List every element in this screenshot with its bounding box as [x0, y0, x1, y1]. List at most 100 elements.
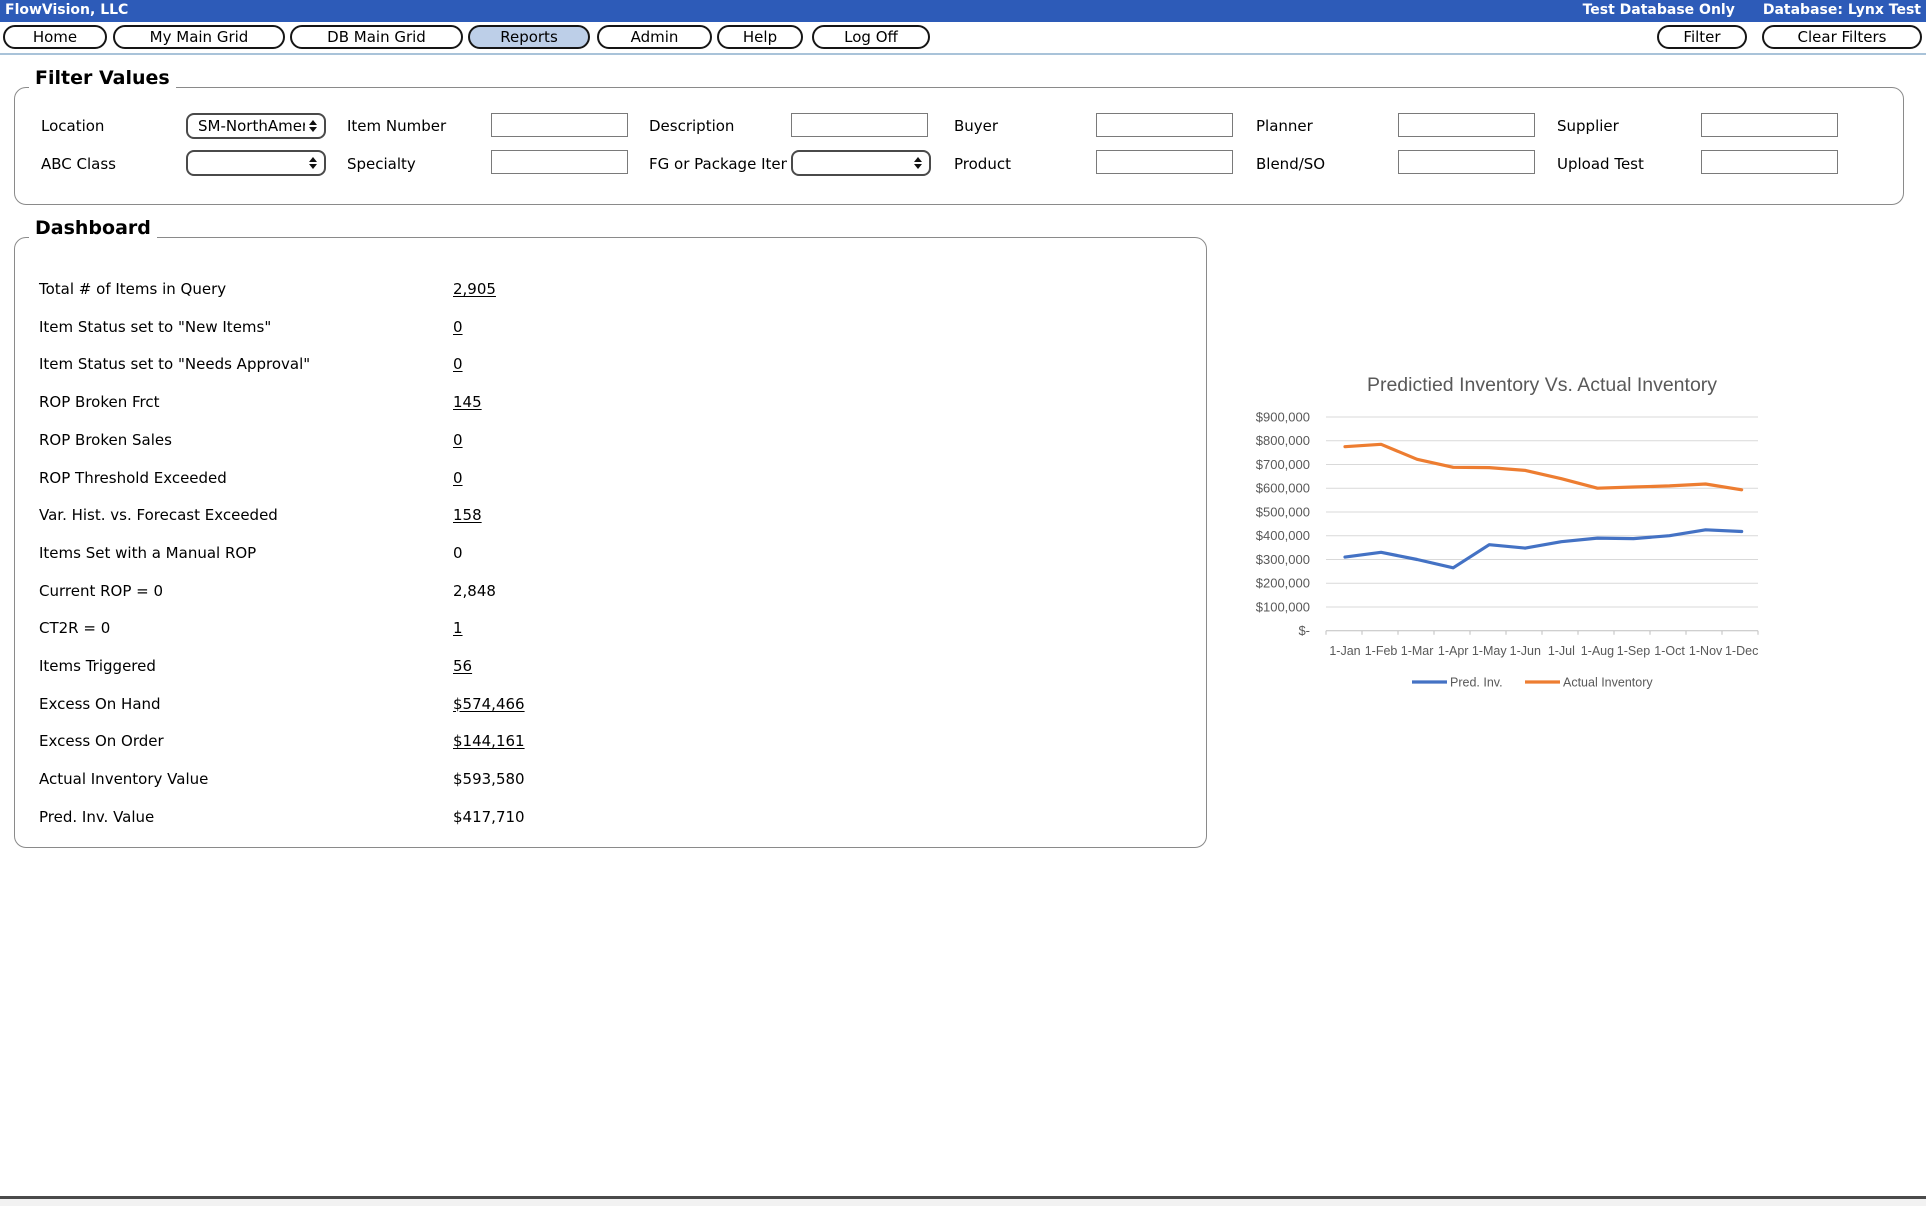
stepper-icon: [309, 120, 317, 132]
metric-value-excess-on-order[interactable]: $144,161: [453, 731, 525, 751]
chart-ytick-label: $500,000: [1256, 504, 1310, 519]
chart-ytick-label: $200,000: [1256, 576, 1310, 591]
chart-xtick-label: 1-Nov: [1689, 644, 1723, 658]
metric-label-item-status-set-to-needs-approval: Item Status set to "Needs Approval": [39, 354, 310, 374]
chart-xtick-label: 1-Jul: [1548, 644, 1575, 658]
metric-value-rop-broken-sales[interactable]: 0: [453, 430, 463, 450]
metric-label-total-of-items-in-query: Total # of Items in Query: [39, 279, 226, 299]
chart-series-actual-inventory: [1345, 444, 1742, 490]
stepper-icon: [914, 157, 922, 169]
chart-xtick-label: 1-Mar: [1401, 644, 1434, 658]
metric-value-var-hist-vs-forecast-exceeded[interactable]: 158: [453, 505, 482, 525]
title-bar: FlowVision, LLC Test Database Only Datab…: [0, 0, 1926, 22]
filter-input-upload-test[interactable]: [1701, 150, 1838, 174]
filter-label-supplier: Supplier: [1557, 116, 1697, 136]
filter-input-supplier[interactable]: [1701, 113, 1838, 137]
filter-label-specialty: Specialty: [347, 154, 487, 174]
filter-label-fg-or-package-item: FG or Package Item: [649, 154, 787, 174]
chart-ytick-label: $900,000: [1256, 410, 1310, 425]
filter-values-legend: Filter Values: [29, 68, 176, 92]
inventory-chart: Predictied Inventory Vs. Actual Inventor…: [1240, 368, 1800, 700]
chart-xtick-label: 1-Dec: [1725, 644, 1758, 658]
metric-label-rop-broken-sales: ROP Broken Sales: [39, 430, 172, 450]
nav-tab-log-off[interactable]: Log Off: [812, 25, 930, 49]
chart-title: Predictied Inventory Vs. Actual Inventor…: [1367, 374, 1717, 396]
metric-label-rop-broken-frct: ROP Broken Frct: [39, 392, 160, 412]
metric-label-rop-threshold-exceeded: ROP Threshold Exceeded: [39, 468, 227, 488]
metric-value-items-triggered[interactable]: 56: [453, 656, 472, 676]
metric-value-rop-threshold-exceeded[interactable]: 0: [453, 468, 463, 488]
nav-tab-db-main-grid[interactable]: DB Main Grid: [290, 25, 463, 49]
chart-xtick-label: 1-Feb: [1365, 644, 1398, 658]
chart-xtick-label: 1-Apr: [1438, 644, 1469, 658]
metric-label-pred-inv-value: Pred. Inv. Value: [39, 807, 154, 827]
filter-label-abc-class: ABC Class: [41, 154, 182, 174]
filter-select-abc-class[interactable]: [186, 150, 326, 176]
metric-label-item-status-set-to-new-items: Item Status set to "New Items": [39, 317, 271, 337]
chart-xtick-label: 1-Sep: [1617, 644, 1650, 658]
filter-select-value-location: SM-NorthAmer: [198, 117, 305, 135]
filter-values-panel: Filter Values LocationSM-NorthAmerItem N…: [14, 87, 1904, 205]
chart-xtick-label: 1-Jan: [1329, 644, 1360, 658]
filter-label-item-number: Item Number: [347, 116, 487, 136]
filter-select-location[interactable]: SM-NorthAmer: [186, 113, 326, 139]
chart-ytick-label: $700,000: [1256, 457, 1310, 472]
legend-label-pred-inv: Pred. Inv.: [1450, 676, 1503, 690]
chart-ytick-label: $100,000: [1256, 599, 1310, 614]
filter-input-buyer[interactable]: [1096, 113, 1233, 137]
metric-label-items-triggered: Items Triggered: [39, 656, 156, 676]
filter-input-description[interactable]: [791, 113, 928, 137]
metric-label-current-rop-0: Current ROP = 0: [39, 581, 163, 601]
database-badge: Database: Lynx Test: [1763, 2, 1921, 18]
chart-ytick-label: $-: [1298, 623, 1310, 638]
filter-label-blend-so: Blend/SO: [1256, 154, 1394, 174]
chart-ytick-label: $600,000: [1256, 481, 1310, 496]
metric-value-pred-inv-value: $417,710: [453, 807, 525, 827]
filter-label-location: Location: [41, 116, 182, 136]
nav-tab-home[interactable]: Home: [3, 25, 107, 49]
metric-label-actual-inventory-value: Actual Inventory Value: [39, 769, 208, 789]
nav-tab-help[interactable]: Help: [717, 25, 803, 49]
stepper-icon: [309, 157, 317, 169]
filter-input-specialty[interactable]: [491, 150, 628, 174]
env-badge: Test Database Only: [1583, 2, 1735, 18]
metric-value-total-of-items-in-query[interactable]: 2,905: [453, 279, 496, 299]
dashboard-panel: Dashboard Total # of Items in Query2,905…: [14, 237, 1207, 848]
chart-xtick-label: 1-May: [1472, 644, 1507, 658]
app-title: FlowVision, LLC: [5, 2, 128, 18]
metric-value-rop-broken-frct[interactable]: 145: [453, 392, 482, 412]
metric-label-items-set-with-a-manual-rop: Items Set with a Manual ROP: [39, 543, 256, 563]
metric-value-item-status-set-to-needs-approval[interactable]: 0: [453, 354, 463, 374]
nav-tab-admin[interactable]: Admin: [597, 25, 712, 49]
chart-xtick-label: 1-Oct: [1654, 644, 1685, 658]
metric-value-current-rop-0: 2,848: [453, 581, 496, 601]
metric-value-actual-inventory-value: $593,580: [453, 769, 525, 789]
filter-label-buyer: Buyer: [954, 116, 1092, 136]
metric-label-excess-on-order: Excess On Order: [39, 731, 164, 751]
filter-input-item-number[interactable]: [491, 113, 628, 137]
filter-label-description: Description: [649, 116, 787, 136]
legend-label-actual-inventory: Actual Inventory: [1563, 676, 1653, 690]
filter-select-fg-or-package-item[interactable]: [791, 150, 931, 176]
filter-button[interactable]: Filter: [1657, 25, 1747, 49]
metric-value-item-status-set-to-new-items[interactable]: 0: [453, 317, 463, 337]
filter-input-product[interactable]: [1096, 150, 1233, 174]
metric-label-excess-on-hand: Excess On Hand: [39, 694, 161, 714]
filter-input-blend-so[interactable]: [1398, 150, 1535, 174]
nav-divider: [0, 53, 1926, 55]
chart-ytick-label: $400,000: [1256, 528, 1310, 543]
metric-label-var-hist-vs-forecast-exceeded: Var. Hist. vs. Forecast Exceeded: [39, 505, 278, 525]
metric-value-ct2r-0[interactable]: 1: [453, 618, 463, 638]
bottom-strip: [0, 1199, 1926, 1206]
clear-filters-button[interactable]: Clear Filters: [1762, 25, 1922, 49]
nav-tab-my-main-grid[interactable]: My Main Grid: [113, 25, 285, 49]
nav-tab-reports[interactable]: Reports: [468, 25, 590, 49]
filter-input-planner[interactable]: [1398, 113, 1535, 137]
dashboard-legend: Dashboard: [29, 218, 157, 242]
metric-value-items-set-with-a-manual-rop: 0: [453, 543, 463, 563]
metric-value-excess-on-hand[interactable]: $574,466: [453, 694, 525, 714]
filter-label-planner: Planner: [1256, 116, 1394, 136]
chart-xtick-label: 1-Jun: [1510, 644, 1541, 658]
chart-ytick-label: $800,000: [1256, 433, 1310, 448]
filter-label-product: Product: [954, 154, 1092, 174]
